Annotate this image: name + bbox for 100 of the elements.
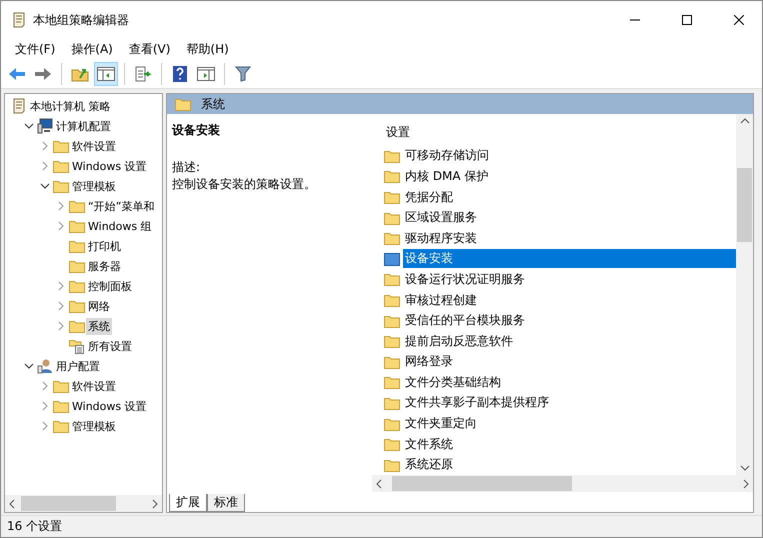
scroll-down-icon[interactable]	[740, 465, 750, 471]
close-icon	[734, 15, 744, 25]
chevron-right-icon[interactable]	[58, 221, 64, 231]
tree-item[interactable]: Windows 设置	[70, 158, 149, 174]
list-item[interactable]: 可移动存储访问	[403, 146, 736, 166]
folder-icon	[53, 399, 69, 413]
list-item[interactable]: 受信任的平台模块服务	[403, 311, 736, 330]
folder-icon	[384, 210, 400, 225]
view-tab[interactable]: 标准	[207, 494, 245, 512]
tree-item[interactable]: 管理模板	[70, 178, 118, 194]
folder-icon	[384, 458, 400, 472]
list-item[interactable]: 提前启动反恶意软件	[403, 332, 736, 351]
status-text: 16 个设置	[7, 518, 62, 535]
chevron-right-icon[interactable]	[42, 161, 48, 171]
chevron-right-icon[interactable]	[58, 301, 64, 311]
tree-pane-icon	[97, 66, 115, 82]
list-item[interactable]: 网络登录	[403, 352, 736, 372]
toolbar-button[interactable]	[94, 62, 118, 86]
horizontal-scrollbar[interactable]	[5, 495, 162, 512]
folder-icon	[384, 231, 400, 246]
chevron-down-icon[interactable]	[24, 363, 34, 369]
folder-icon	[175, 97, 191, 111]
tree-item[interactable]: 本地计算机 策略	[28, 98, 112, 114]
list-item[interactable]: 设备运行状况证明服务	[403, 270, 736, 289]
scroll-icon	[11, 98, 27, 114]
folder-icon	[384, 293, 400, 308]
tree-item[interactable]: 软件设置	[70, 378, 118, 394]
tree-item[interactable]: 所有设置	[86, 338, 134, 354]
tree-item[interactable]: 打印机	[86, 238, 123, 254]
scrollbar-thumb[interactable]	[21, 496, 116, 511]
chevron-right-icon[interactable]	[42, 401, 48, 411]
folder-icon	[384, 190, 400, 204]
menu-item[interactable]: 文件(F)	[7, 39, 64, 59]
folder-icon	[384, 314, 400, 328]
folder-icon	[69, 219, 85, 233]
list-item[interactable]: 文件夹重定向	[403, 414, 736, 434]
scrollbar-thumb[interactable]	[737, 168, 752, 242]
description-label: 描述:	[172, 159, 202, 176]
folder-icon	[53, 419, 69, 433]
folder-icon	[384, 272, 400, 286]
forward-arrow-icon	[34, 66, 52, 80]
tree-item[interactable]: 服务器	[86, 258, 123, 274]
settings-page-icon	[69, 338, 85, 354]
list-item[interactable]: 文件分类基础结构	[403, 372, 736, 392]
pane-header-title: 系统	[201, 96, 225, 112]
scroll-right-icon[interactable]	[743, 478, 749, 488]
view-tab[interactable]: 扩展	[169, 494, 207, 512]
list-item[interactable]: 凭据分配	[403, 188, 736, 207]
chevron-right-icon[interactable]	[42, 421, 48, 431]
scroll-up-icon[interactable]	[740, 118, 750, 124]
tree-item[interactable]: 控制面板	[86, 278, 134, 294]
list-item[interactable]: 区域设置服务	[403, 208, 736, 228]
filter-icon	[235, 66, 251, 82]
list-item[interactable]: 设备安装	[403, 249, 736, 268]
folder-icon	[53, 139, 69, 153]
details-title: 设备安装	[172, 122, 221, 139]
scroll-left-icon[interactable]	[9, 498, 15, 508]
tree-item[interactable]: 网络	[86, 298, 112, 314]
tree-item[interactable]: 用户配置	[54, 358, 102, 374]
tree-item[interactable]: Windows 设置	[70, 398, 149, 414]
folder-icon	[53, 379, 69, 393]
list-item[interactable]: 驱动程序安装	[403, 228, 736, 248]
scroll-icon	[11, 12, 27, 28]
tree-item[interactable]: 计算机配置	[54, 118, 113, 134]
chevron-right-icon[interactable]	[42, 381, 48, 391]
folder-icon	[384, 169, 400, 184]
folder-icon	[53, 159, 69, 173]
chevron-right-icon[interactable]	[58, 281, 64, 291]
list-item[interactable]: 审核过程创建	[403, 290, 736, 310]
tree-item[interactable]: 管理模板	[70, 418, 118, 434]
tree-item[interactable]: Windows 组	[86, 218, 154, 234]
folder-icon	[384, 252, 400, 266]
list-item[interactable]: 系统还原	[403, 455, 736, 474]
column-header[interactable]: 设置	[384, 124, 736, 146]
window-panel-icon	[197, 66, 215, 82]
folder-icon	[69, 319, 85, 333]
minimize-icon	[630, 19, 640, 21]
folder-icon	[69, 299, 85, 313]
tree-item[interactable]: “开始”菜单和	[86, 198, 156, 214]
chevron-right-icon[interactable]	[58, 201, 64, 211]
scrollbar-thumb[interactable]	[392, 476, 572, 491]
chevron-right-icon[interactable]	[42, 141, 48, 151]
menu-item[interactable]: 查看(V)	[120, 39, 178, 59]
chevron-down-icon[interactable]	[40, 183, 50, 189]
list-item[interactable]: 文件系统	[403, 434, 736, 454]
list-item[interactable]: 文件共享影子副本提供程序	[403, 393, 736, 412]
back-arrow-icon	[8, 66, 26, 80]
computer-icon	[37, 118, 53, 134]
list-item[interactable]: 内核 DMA 保护	[403, 166, 736, 186]
menu-item[interactable]: 操作(A)	[63, 39, 121, 59]
vertical-scrollbar[interactable]	[736, 114, 753, 475]
chevron-down-icon[interactable]	[24, 123, 34, 129]
scroll-left-icon[interactable]	[376, 478, 382, 488]
scroll-right-icon[interactable]	[152, 498, 158, 508]
tree-item[interactable]: 软件设置	[70, 138, 118, 154]
folder-icon	[384, 148, 400, 163]
tree-item[interactable]: 系统	[86, 318, 112, 334]
horizontal-scrollbar[interactable]	[372, 475, 753, 492]
menu-item[interactable]: 帮助(H)	[178, 39, 237, 59]
chevron-right-icon[interactable]	[58, 321, 64, 331]
